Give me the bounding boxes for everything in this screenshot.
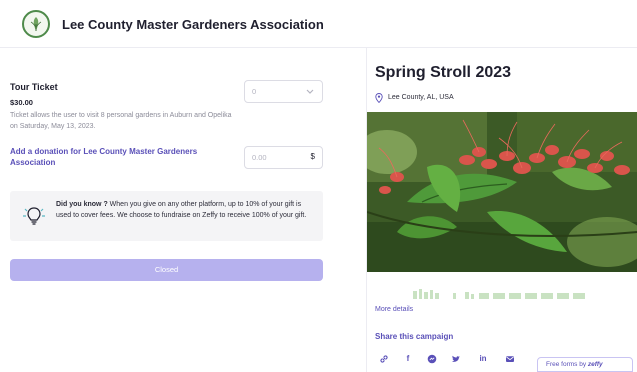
zeffy-badge-prefix: Free forms by [546, 361, 588, 368]
ticket-title: Tour Ticket [10, 82, 58, 92]
ticket-quantity-value: 0 [252, 87, 257, 96]
donation-amount-value: 0.00 [252, 153, 267, 162]
ticket-price: $30.00 [10, 98, 33, 107]
ticket-quantity-select[interactable]: 0 [244, 80, 323, 103]
donation-amount-input[interactable]: 0.00 $ [244, 146, 323, 169]
linkedin-icon[interactable]: in [474, 350, 492, 368]
messenger-icon[interactable] [423, 350, 441, 368]
faded-description-graphic [413, 289, 585, 299]
ticket-description: Ticket allows the user to visit 8 person… [10, 112, 232, 130]
org-logo [22, 10, 50, 38]
fee-info-box: Did you know ? When you give on any othe… [10, 191, 323, 241]
email-icon[interactable] [501, 350, 519, 368]
zeffy-badge[interactable]: Free forms by zeffy [537, 357, 633, 372]
donation-label: Add a donation for Lee County Master Gar… [10, 147, 198, 167]
link-icon[interactable] [375, 350, 393, 368]
share-campaign-title: Share this campaign [375, 332, 454, 341]
zeffy-badge-text: Free forms by zeffy [546, 361, 603, 368]
lightbulb-icon [23, 207, 45, 225]
campaign-hero-image [367, 112, 637, 272]
location-text: Lee County, AL, USA [388, 94, 454, 101]
campaign-title: Spring Stroll 2023 [375, 64, 512, 81]
closed-button[interactable]: Closed [10, 259, 323, 281]
map-pin-icon [375, 93, 383, 103]
facebook-icon[interactable]: f [399, 350, 417, 368]
org-name: Lee County Master Gardeners Association [62, 17, 324, 32]
header: Lee County Master Gardeners Association [0, 0, 637, 48]
twitter-icon[interactable] [447, 350, 465, 368]
more-details-link[interactable]: More details [375, 306, 413, 313]
zeffy-brand: zeffy [587, 361, 603, 368]
currency-symbol: $ [310, 152, 315, 161]
fee-info-text: Did you know ? When you give on any othe… [56, 200, 318, 221]
fee-info-lead: Did you know ? [56, 201, 108, 208]
chevron-down-icon [306, 89, 314, 94]
